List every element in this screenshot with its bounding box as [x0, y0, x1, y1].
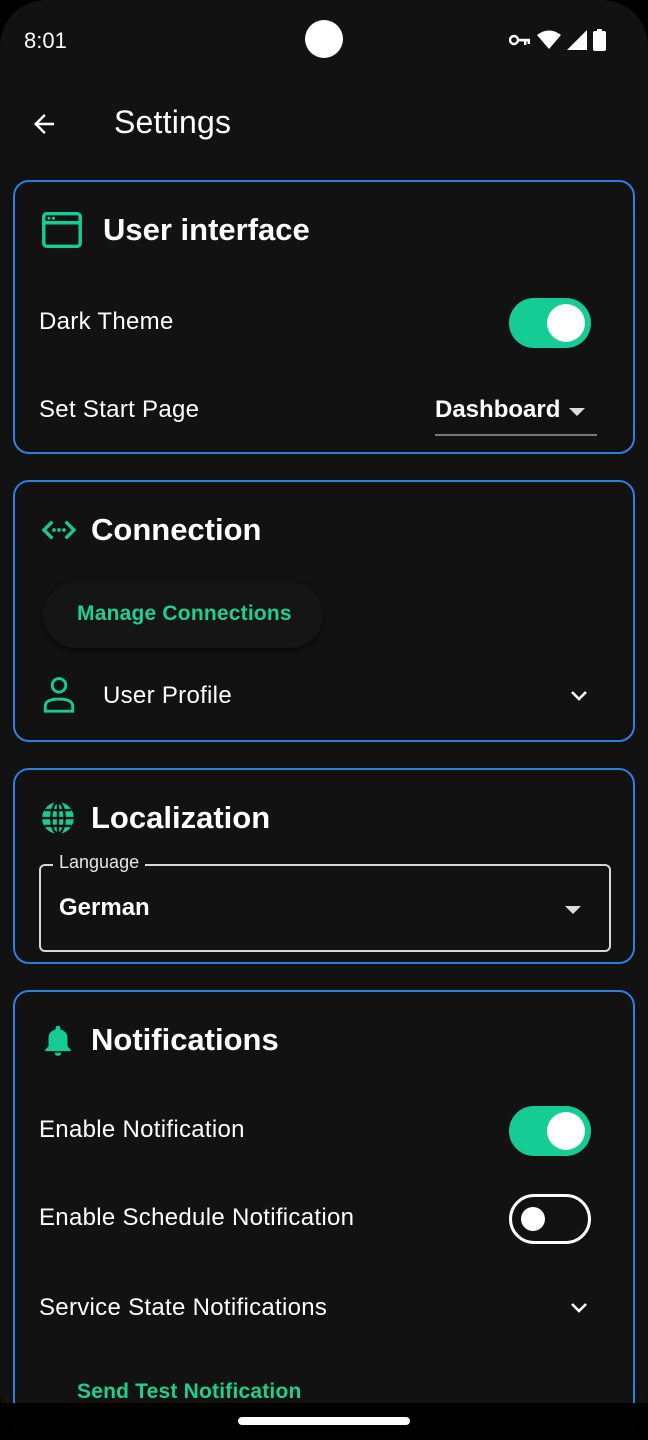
vpn-key-icon: [509, 34, 530, 46]
user-profile-label: User Profile: [103, 682, 232, 709]
person-outline-icon: [43, 677, 75, 713]
language-label: Language: [53, 852, 146, 873]
enable-notification-label: Enable Notification: [39, 1116, 245, 1143]
service-state-label: Service State Notifications: [39, 1294, 328, 1321]
status-bar: 8:01: [0, 0, 648, 80]
connection-title: Connection: [91, 512, 262, 547]
dark-theme-switch[interactable]: [509, 298, 591, 348]
back-button[interactable]: [22, 102, 66, 146]
code-arrows-icon: [39, 506, 87, 554]
user-interface-card: User interface Dark Theme Set Start Page…: [13, 180, 635, 454]
notifications-header: Notifications: [39, 1016, 279, 1064]
status-time: 8:01: [24, 28, 67, 53]
system-nav-bar: [0, 1403, 648, 1440]
notifications-title: Notifications: [91, 1022, 279, 1057]
user-interface-title: User interface: [103, 212, 310, 247]
start-page-dropdown[interactable]: Dashboard: [435, 388, 597, 436]
home-gesture-handle[interactable]: [238, 1417, 410, 1425]
arrow-left-icon: [34, 114, 54, 134]
phone-screen: 8:01 Settings User interface Dark Theme …: [0, 0, 648, 1440]
send-test-notification-label: Send Test Notification: [77, 1380, 302, 1403]
schedule-notification-label: Enable Schedule Notification: [39, 1204, 355, 1231]
manage-connections-label: Manage Connections: [77, 602, 292, 625]
app-bar: Settings: [0, 90, 648, 156]
caret-down-icon: [569, 408, 585, 416]
caret-down-icon: [565, 906, 581, 914]
start-page-label: Set Start Page: [39, 396, 200, 423]
page-title: Settings: [114, 104, 232, 140]
language-value: German: [59, 894, 150, 921]
connection-header: Connection: [39, 506, 262, 554]
notifications-card: Notifications Enable Notification Enable…: [13, 990, 635, 1440]
service-state-expander[interactable]: Service State Notifications: [15, 1278, 633, 1338]
localization-header: Localization: [39, 794, 270, 842]
localization-title: Localization: [91, 800, 271, 835]
globe-icon: [39, 794, 87, 842]
cell-signal-icon: [567, 30, 587, 50]
schedule-notification-switch[interactable]: [509, 1194, 591, 1244]
browser-window-icon: [39, 206, 87, 254]
dark-theme-label: Dark Theme: [39, 308, 174, 335]
chevron-down-icon: [571, 1303, 587, 1313]
localization-card: Localization Language German: [13, 768, 635, 964]
chevron-down-icon: [571, 691, 587, 701]
switch-knob: [547, 304, 585, 342]
manage-connections-button[interactable]: Manage Connections: [43, 582, 323, 648]
user-interface-header: User interface: [39, 206, 310, 254]
switch-knob: [521, 1207, 545, 1231]
switch-knob: [547, 1112, 585, 1150]
battery-icon: [593, 29, 606, 51]
camera-cutout: [305, 20, 343, 58]
wifi-icon: [537, 30, 561, 49]
bell-icon: [39, 1016, 87, 1064]
connection-card: Connection Manage Connections User Profi…: [13, 480, 635, 742]
language-select[interactable]: Language German: [39, 852, 611, 952]
enable-notification-switch[interactable]: [509, 1106, 591, 1156]
start-page-value: Dashboard: [435, 396, 561, 423]
user-profile-expander[interactable]: User Profile: [15, 666, 633, 726]
status-icons: [509, 28, 606, 52]
